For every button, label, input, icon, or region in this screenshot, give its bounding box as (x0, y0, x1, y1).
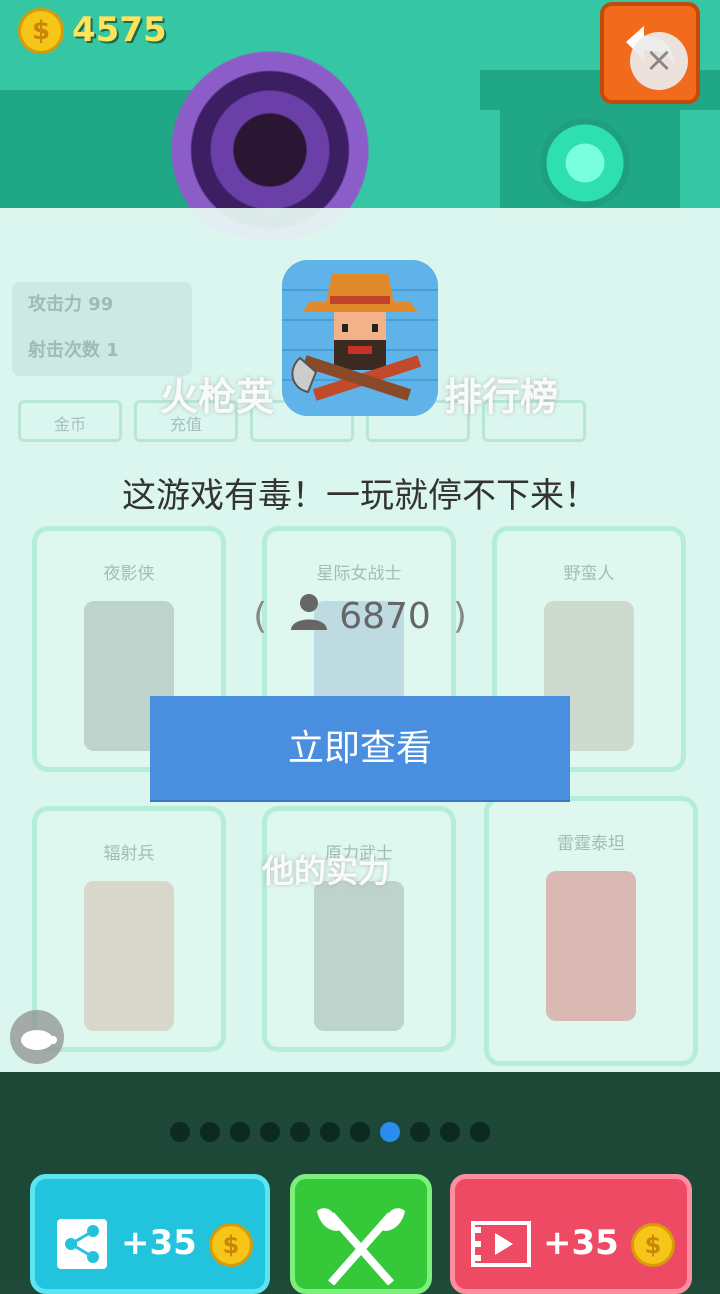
player-count: 6870 (339, 596, 431, 637)
hero-name: 辐射兵 (103, 844, 155, 864)
promo-tagline: 这游戏有毒！一玩就停不下来！ (122, 476, 598, 516)
turtle-shape-icon (21, 1030, 57, 1050)
hero-figure (84, 881, 174, 1031)
coin-icon: $ (631, 1223, 675, 1267)
person-icon (289, 592, 329, 641)
tab-coins[interactable]: 金币 (18, 400, 122, 442)
app-icon[interactable] (282, 260, 438, 416)
coin-count: 4575 (72, 10, 167, 50)
film-video-icon (471, 1221, 531, 1267)
leaderboard-title-left: 火枪英 (160, 375, 275, 419)
hero-name: 星际女战士 (316, 564, 402, 584)
page-dot[interactable] (350, 1122, 370, 1142)
page-dot[interactable] (260, 1122, 280, 1142)
page-dot[interactable] (440, 1122, 460, 1142)
view-now-button[interactable]: 立即查看 (150, 696, 570, 800)
watch-video-button[interactable]: +35 $ (450, 1174, 692, 1294)
share-button[interactable]: +35 $ (30, 1174, 270, 1294)
hero-figure (314, 881, 404, 1031)
page-indicator (0, 1122, 720, 1144)
page-dot[interactable] (320, 1122, 340, 1142)
weapon-button[interactable] (290, 1174, 432, 1294)
hero-card[interactable]: 雷霆泰坦 (484, 796, 698, 1066)
attack-stat: 攻击力 99 (28, 294, 114, 315)
glow-orb (540, 118, 630, 208)
player-count-row: (6870) (0, 592, 720, 641)
paren-open: ( (253, 596, 268, 637)
coin-icon: $ (209, 1223, 253, 1267)
video-reward: +35 (543, 1223, 619, 1263)
coin-icon: $ (18, 8, 64, 54)
crossed-axes-icon (317, 1208, 405, 1285)
hero-figure (546, 871, 636, 1021)
page-dot[interactable] (290, 1122, 310, 1142)
share-icon (57, 1219, 107, 1269)
strength-title: 他的实力 (262, 852, 391, 890)
paren-close: ) (452, 596, 467, 637)
turtle-icon[interactable] (10, 1010, 64, 1064)
tab-label: 金币 (53, 415, 86, 434)
hero-card[interactable]: 原力武士 (262, 806, 456, 1052)
page-dot[interactable] (380, 1122, 400, 1142)
hero-name: 雷霆泰坦 (557, 834, 625, 854)
share-reward: +35 (121, 1223, 197, 1263)
hero-name: 野蛮人 (563, 564, 615, 584)
close-ad-button[interactable]: × (630, 32, 688, 90)
hero-name: 夜影侠 (103, 564, 155, 584)
page-dot[interactable] (170, 1122, 190, 1142)
page-dot[interactable] (470, 1122, 490, 1142)
leaderboard-title-right: 排行榜 (444, 375, 559, 419)
stats-panel: 攻击力 99 射击次数 1 (12, 282, 192, 376)
page-dot[interactable] (410, 1122, 430, 1142)
cowboy-hero-icon (282, 260, 438, 416)
shots-stat: 射击次数 1 (28, 340, 119, 361)
page-dot[interactable] (230, 1122, 250, 1142)
page-dot[interactable] (200, 1122, 220, 1142)
